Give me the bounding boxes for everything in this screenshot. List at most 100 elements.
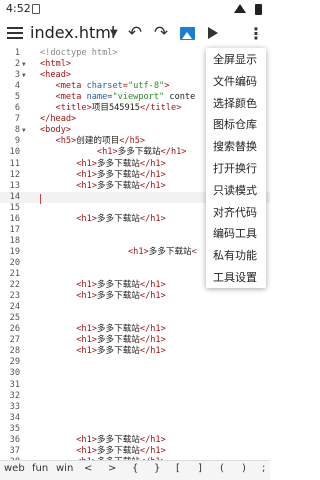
redo-icon[interactable]: ↷ xyxy=(150,18,172,48)
symbol-bar: web fun win < > {} [] (); xyxy=(0,460,270,480)
fold-arrow-icon[interactable]: ▼ xyxy=(22,125,26,136)
code-text: <h1>多多下载站</h1> xyxy=(40,346,166,357)
file-title[interactable]: index.html xyxy=(30,23,115,42)
code-text: <body> xyxy=(40,125,71,136)
line-number: 33 xyxy=(9,401,20,412)
code-token: name xyxy=(86,92,108,103)
line-number: 5 xyxy=(14,92,20,103)
code-line[interactable]: 27 <h1>多多下载站</h1> xyxy=(0,335,270,346)
code-token: 多多下载站 xyxy=(96,180,140,191)
symbol-key[interactable]: } xyxy=(154,463,160,474)
menu-item[interactable]: 只读模式 xyxy=(206,179,266,201)
menu-item[interactable]: 私有功能 xyxy=(206,244,266,266)
code-token: "viewport" xyxy=(112,92,165,103)
symbol-key[interactable]: web xyxy=(4,463,25,474)
line-number: 15 xyxy=(9,202,20,213)
code-token: </h1> xyxy=(139,213,166,224)
image-icon[interactable] xyxy=(176,18,198,48)
code-line[interactable]: 24 xyxy=(0,302,270,313)
code-token: </h1> xyxy=(139,445,166,456)
code-line[interactable]: 33 xyxy=(0,402,270,413)
fold-arrow-icon[interactable]: ▼ xyxy=(22,70,26,81)
battery-icon xyxy=(255,4,262,15)
symbol-key[interactable]: [ xyxy=(176,463,180,474)
code-token: </h1> xyxy=(139,280,166,291)
code-token: </h1> xyxy=(139,180,166,191)
code-line[interactable]: 26 <h1>多多下载站</h1> xyxy=(0,324,270,335)
fold-arrow-icon[interactable]: ▼ xyxy=(22,59,26,70)
code-text: <h1>多多下载站</h1> xyxy=(40,147,187,158)
menu-item[interactable]: 搜索替换 xyxy=(206,135,266,157)
menu-icon[interactable] xyxy=(4,18,26,48)
code-line[interactable]: 36 <h1>多多下载站</h1> xyxy=(0,435,270,446)
symbol-key[interactable]: ; xyxy=(262,463,265,474)
code-token: <h1> xyxy=(127,246,149,257)
code-token: <body> xyxy=(40,125,72,136)
symbol-key[interactable]: ] xyxy=(198,463,202,474)
code-line[interactable]: 32 xyxy=(0,391,270,402)
line-number: 13 xyxy=(9,180,20,191)
code-token: <h1> xyxy=(76,324,97,335)
menu-item[interactable]: 工具设置 xyxy=(206,266,266,288)
code-text: <h1>多多下载站</h1> xyxy=(40,181,166,192)
code-token: 多多下载站 xyxy=(96,158,140,169)
code-token: </h5> xyxy=(119,136,146,147)
symbol-key[interactable]: < xyxy=(84,463,92,474)
menu-item[interactable]: 对齐代码 xyxy=(206,201,266,223)
code-line[interactable]: 25 xyxy=(0,313,270,324)
code-token: 多多下载站 xyxy=(96,335,140,346)
symbol-key[interactable]: { xyxy=(132,463,138,474)
symbol-key[interactable]: fun xyxy=(32,463,48,474)
menu-item[interactable]: 打开换行 xyxy=(206,157,266,179)
code-text: <head> xyxy=(40,70,71,81)
symbol-key[interactable]: ( xyxy=(220,463,224,474)
line-number: 29 xyxy=(9,357,20,368)
code-line[interactable]: 34 xyxy=(0,413,270,424)
code-token: </h1> xyxy=(139,346,166,357)
symbol-key[interactable]: win xyxy=(56,463,73,474)
menu-item[interactable]: 编码工具 xyxy=(206,222,266,244)
code-token: <h1> xyxy=(76,346,97,357)
line-number: 14 xyxy=(9,191,20,202)
code-line[interactable]: 29 xyxy=(0,357,270,368)
code-token: </h1> xyxy=(139,291,166,302)
line-number: 27 xyxy=(9,335,20,346)
code-token: <meta xyxy=(55,81,87,92)
line-number: 37 xyxy=(9,445,20,456)
line-number: 31 xyxy=(9,379,20,390)
menu-item[interactable]: 图标仓库 xyxy=(206,113,266,135)
code-line[interactable]: 23 <h1>多多下载站</h1> xyxy=(0,291,270,302)
code-token: 多多下载站 xyxy=(96,324,140,335)
run-icon[interactable] xyxy=(202,18,224,48)
code-line[interactable]: 35 xyxy=(0,424,270,435)
code-line[interactable]: 31 xyxy=(0,380,270,391)
line-number: 26 xyxy=(9,324,20,335)
code-token: <meta xyxy=(55,92,87,103)
menu-item[interactable]: 全屏显示 xyxy=(206,48,266,70)
menu-item[interactable]: 选择颜色 xyxy=(206,92,266,114)
code-token: 多多下载站 xyxy=(96,213,140,224)
code-line[interactable]: 28 <h1>多多下载站</h1> xyxy=(0,346,270,357)
code-text: <h1>多多下载站</h1> xyxy=(40,170,166,181)
code-line[interactable]: 37 <h1>多多下载站</h1> xyxy=(0,446,270,457)
more-vert-icon[interactable]: ⋮ xyxy=(246,18,266,48)
line-number: 18 xyxy=(9,235,20,246)
menu-item[interactable]: 文件编码 xyxy=(206,70,266,92)
code-token: 多多下载站 xyxy=(96,346,140,357)
symbol-key[interactable]: ) xyxy=(242,463,246,474)
code-line[interactable]: 30 xyxy=(0,368,270,379)
toolbar: index.html ▼ ↶ ↷ ⋮ xyxy=(0,18,270,48)
code-token: <h1> xyxy=(76,158,97,169)
symbol-key[interactable]: > xyxy=(108,463,116,474)
code-token: 项目545915 xyxy=(91,103,140,114)
code-text: <h1>多多下载站</h1> xyxy=(40,324,166,335)
code-token: 多多下载站 xyxy=(96,445,140,456)
line-number: 12 xyxy=(9,169,20,180)
undo-icon[interactable]: ↶ xyxy=(124,18,146,48)
dropdown-caret-icon[interactable]: ▼ xyxy=(110,28,118,39)
code-token: </h1> xyxy=(139,324,166,335)
